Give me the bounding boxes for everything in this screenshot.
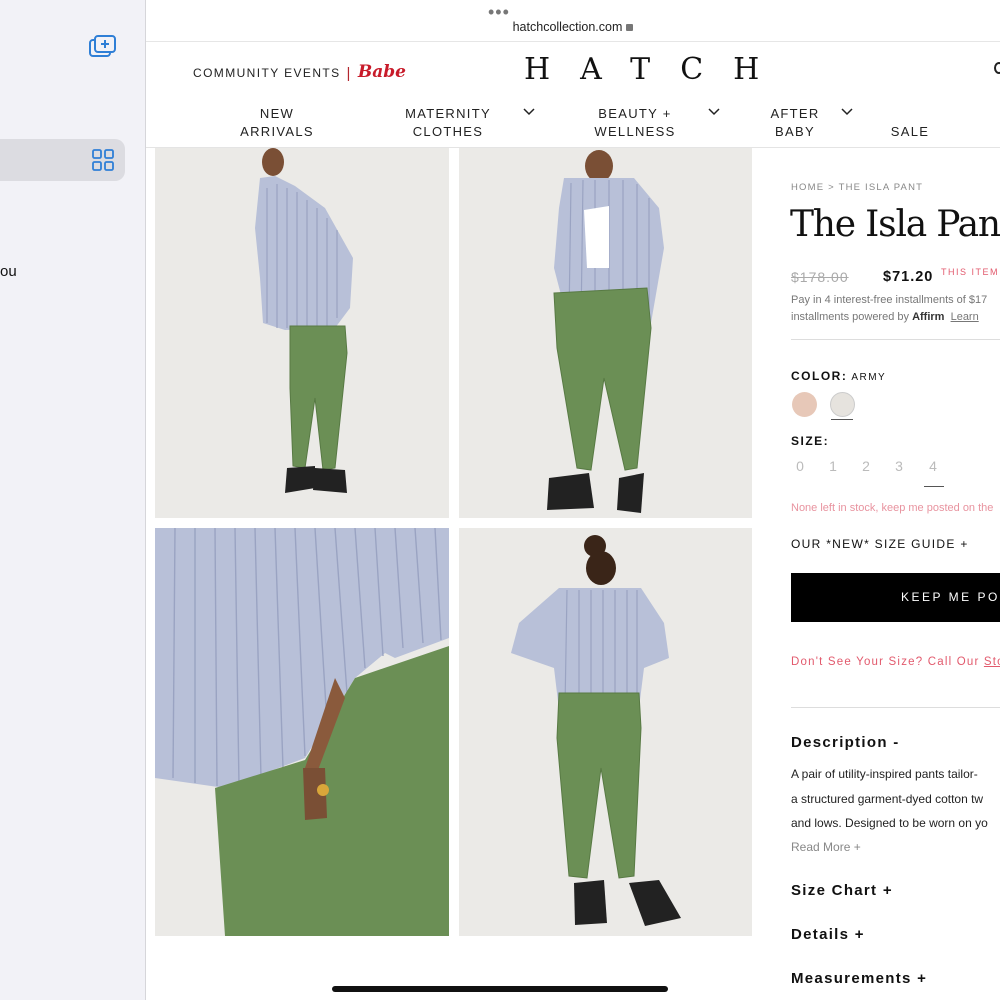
- description-line: A pair of utility-inspired pants tailor-: [791, 767, 978, 781]
- chevron-down-icon[interactable]: [841, 106, 853, 118]
- size-option-0[interactable]: 0: [792, 458, 808, 474]
- nav-label-line2: WELLNESS: [594, 124, 676, 139]
- nav-beauty-wellness[interactable]: BEAUTY + WELLNESS: [586, 105, 684, 141]
- description-toggle[interactable]: Description -: [791, 734, 900, 751]
- size-label: SIZE:: [791, 434, 830, 448]
- size-option-3[interactable]: 3: [891, 458, 907, 474]
- browser-top-bar: ••• hatchcollection.com: [146, 0, 1000, 42]
- nav-label-line1: BEAUTY +: [598, 106, 672, 121]
- breadcrumb: HOME > THE ISLA PANT: [791, 182, 923, 193]
- dont-see-text: Don't See Your Size? Call Our: [791, 656, 984, 668]
- color-swatch-army[interactable]: [830, 392, 855, 417]
- affirm-message: Pay in 4 interest-free installments of $…: [791, 292, 987, 326]
- nav-label-line2: BABY: [775, 124, 815, 139]
- stock-message: None left in stock, keep me posted on th…: [791, 502, 994, 514]
- site-logo[interactable]: HATCH: [524, 52, 789, 87]
- original-price: $178.00: [791, 269, 849, 285]
- dont-see-size-message: Don't See Your Size? Call Our Stor: [791, 656, 1000, 668]
- chevron-down-icon[interactable]: [708, 106, 720, 118]
- search-icon[interactable]: [994, 62, 1000, 74]
- nav-label-line1: NEW: [259, 106, 295, 121]
- divider: [791, 339, 1000, 340]
- new-tab-group-icon[interactable]: [88, 34, 118, 60]
- nav-label-line2: CLOTHES: [412, 124, 484, 139]
- model-back-illustration: [511, 535, 681, 926]
- affirm-learn-more-link[interactable]: Learn: [951, 311, 979, 323]
- details-toggle[interactable]: Details +: [791, 926, 865, 943]
- breadcrumb-separator: >: [824, 182, 839, 193]
- store-link[interactable]: Stor: [984, 656, 1000, 668]
- model-side-illustration: [255, 148, 353, 493]
- sale-price: $71.20: [883, 269, 934, 285]
- size-guide-link[interactable]: OUR *NEW* SIZE GUIDE +: [791, 537, 969, 551]
- address-bar[interactable]: hatchcollection.com: [146, 20, 1000, 34]
- home-indicator[interactable]: [332, 986, 668, 992]
- description-line: a structured garment-dyed cotton tw: [791, 792, 984, 806]
- description-line: and lows. Designed to be worn on yo: [791, 816, 988, 830]
- community-events-label: COMMUNITY EVENTS: [193, 66, 341, 80]
- selected-size-indicator: [924, 486, 944, 487]
- nav-sale[interactable]: SALE: [882, 105, 938, 141]
- sidebar-partial-label: ou: [0, 263, 17, 280]
- divider: [791, 707, 1000, 708]
- breadcrumb-home[interactable]: HOME: [791, 182, 824, 193]
- size-option-1[interactable]: 1: [825, 458, 841, 474]
- product-photo-back[interactable]: [459, 528, 752, 936]
- affirm-line1: Pay in 4 interest-free installments of $…: [791, 294, 988, 306]
- separator: |: [346, 65, 352, 82]
- color-label: COLOR: ARMY: [791, 369, 886, 383]
- selected-swatch-indicator: [831, 419, 853, 420]
- tab-overview-grid-icon[interactable]: [92, 149, 114, 171]
- community-events-link[interactable]: COMMUNITY EVENTS | Babe: [193, 62, 406, 82]
- affirm-logo: Affirm: [912, 311, 945, 323]
- price-note: THIS ITEM: [941, 267, 999, 277]
- chevron-down-icon[interactable]: [523, 106, 535, 118]
- nav-maternity-clothes[interactable]: MATERNITY CLOTHES: [396, 105, 500, 141]
- read-more-link[interactable]: Read More +: [791, 840, 861, 854]
- model-detail-illustration: [155, 528, 449, 936]
- nav-after-baby[interactable]: AFTER BABY: [761, 105, 829, 141]
- product-title: The Isla Pant: [790, 204, 1000, 245]
- nav-new-arrivals[interactable]: NEW ARRIVALS: [234, 105, 320, 141]
- measurements-toggle[interactable]: Measurements +: [791, 970, 927, 987]
- product-info-panel: HOME > THE ISLA PANT The Isla Pant $178.…: [752, 148, 1000, 1000]
- nav-label-line1: [882, 105, 938, 123]
- color-label-text: COLOR:: [791, 369, 848, 383]
- nav-label-line1: AFTER: [770, 106, 820, 121]
- size-option-4[interactable]: 4: [925, 458, 941, 474]
- color-swatch-blush[interactable]: [792, 392, 817, 417]
- model-front-illustration: [547, 150, 664, 513]
- nav-label-line1: MATERNITY: [405, 106, 491, 121]
- size-option-2[interactable]: 2: [858, 458, 874, 474]
- lock-icon: [626, 24, 634, 31]
- product-photo-detail[interactable]: [155, 528, 449, 936]
- product-photo-front[interactable]: [459, 148, 752, 518]
- nav-label-line2: SALE: [890, 124, 930, 139]
- breadcrumb-current: THE ISLA PANT: [838, 182, 924, 193]
- babe-logo: Babe: [357, 62, 406, 82]
- color-value: ARMY: [851, 372, 887, 383]
- url-text: hatchcollection.com: [512, 20, 623, 34]
- keep-me-posted-button[interactable]: KEEP ME POST: [791, 573, 1000, 622]
- nav-label-line2: ARRIVALS: [240, 124, 314, 139]
- size-chart-toggle[interactable]: Size Chart +: [791, 882, 893, 899]
- product-photo-side[interactable]: [155, 148, 449, 518]
- site-header: COMMUNITY EVENTS | Babe HATCH NEW ARRIVALS…: [146, 42, 1000, 148]
- affirm-line2: installments powered by: [791, 311, 913, 323]
- browser-sidebar: ou: [0, 0, 146, 1000]
